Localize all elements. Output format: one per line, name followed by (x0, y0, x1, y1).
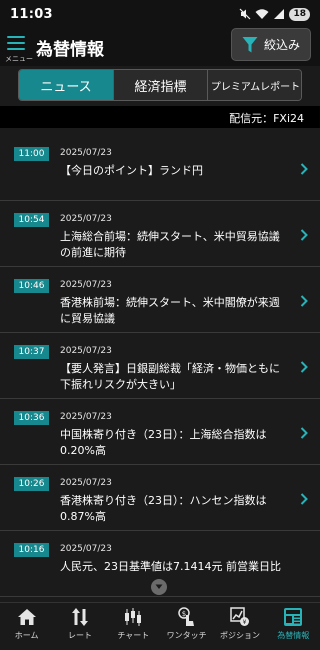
chevron-right-icon (300, 361, 308, 373)
hamburger-icon (7, 36, 25, 54)
source-label: 配信元：FXi24 (229, 112, 304, 125)
chevron-right-icon (300, 427, 308, 439)
news-item[interactable]: 10:26 2025/07/23 香港株寄り付き（23日）：ハンセン指数は0.8… (0, 465, 320, 531)
news-icon (282, 607, 304, 627)
nav-position[interactable]: ¥ ポジション (213, 603, 266, 650)
news-title: 中国株寄り付き（23日）：上海総合指数は0.20%高 (60, 428, 267, 457)
nav-position-label: ポジション (219, 631, 260, 640)
signal-icon (274, 9, 285, 19)
nav-rate[interactable]: レート (53, 603, 106, 650)
menu-button[interactable]: メニュー (3, 34, 33, 64)
news-time-badge: 11:00 (14, 147, 49, 161)
nav-rate-label: レート (67, 631, 92, 640)
bottom-nav: ホーム レート チャート $ ワンタッチ ¥ ポジション 為替情報 (0, 602, 320, 650)
news-item[interactable]: 10:36 2025/07/23 中国株寄り付き（23日）：上海総合指数は0.2… (0, 399, 320, 465)
news-title: 人民元、23日基準値は7.1414元 前営業日比 (60, 560, 281, 573)
nav-fx-info[interactable]: 為替情報 (267, 603, 320, 650)
home-icon (16, 607, 38, 627)
news-item[interactable]: 11:00 2025/07/23 【今日のポイント】ランド円 (0, 135, 320, 201)
news-date: 2025/07/23 (60, 412, 112, 422)
tab-premium-report[interactable]: プレミアムレポート (208, 70, 301, 100)
chevron-right-icon (300, 229, 308, 241)
position-icon: ¥ (229, 607, 251, 627)
news-item[interactable]: 10:54 2025/07/23 上海総合前場：続伸スタート、米中貿易協議の前進… (0, 201, 320, 267)
page-title: 為替情報 (36, 40, 104, 60)
status-icons: 18 (239, 7, 310, 21)
status-bar: 11:03 18 (0, 0, 320, 28)
wifi-icon (255, 9, 269, 19)
tab-news[interactable]: ニュース (19, 70, 114, 100)
svg-text:$: $ (181, 610, 185, 618)
news-date: 2025/07/23 (60, 346, 112, 356)
status-time: 11:03 (10, 6, 53, 22)
news-time-badge: 10:36 (14, 411, 49, 425)
nav-chart-label: チャート (117, 631, 150, 640)
svg-text:¥: ¥ (243, 619, 247, 626)
news-item[interactable]: 10:46 2025/07/23 香港株前場：続伸スタート、米中閣僚が来週に貿易… (0, 267, 320, 333)
news-item[interactable]: 10:37 2025/07/23 【要人発言】日銀副総裁「経済・物価ともに下振れ… (0, 333, 320, 399)
news-title: 香港株寄り付き（23日）：ハンセン指数は0.87%高 (60, 494, 267, 523)
filter-button[interactable]: 絞込み (231, 28, 311, 61)
nav-fx-info-label: 為替情報 (277, 631, 310, 640)
news-date: 2025/07/23 (60, 544, 112, 554)
news-time-badge: 10:16 (14, 543, 49, 557)
news-time-badge: 10:37 (14, 345, 49, 359)
news-date: 2025/07/23 (60, 478, 112, 488)
news-date: 2025/07/23 (60, 214, 112, 224)
tab-economic-indicators[interactable]: 経済指標 (114, 70, 208, 100)
source-bar: 配信元：FXi24 (0, 106, 320, 128)
tab-bar: ニュース 経済指標 プレミアムレポート (18, 69, 302, 101)
nav-one-touch[interactable]: $ ワンタッチ (160, 603, 213, 650)
app-header: メニュー 為替情報 絞込み (0, 28, 320, 66)
filter-label: 絞込み (263, 38, 300, 52)
news-title: 上海総合前場：続伸スタート、米中貿易協議の前進に期待 (60, 230, 280, 259)
news-title: 香港株前場：続伸スタート、米中閣僚が来週に貿易協議 (60, 296, 280, 325)
news-time-badge: 10:26 (14, 477, 49, 491)
chevron-right-icon (300, 493, 308, 505)
mute-icon (240, 8, 251, 20)
news-time-badge: 10:46 (14, 279, 49, 293)
nav-home[interactable]: ホーム (0, 603, 53, 650)
news-date: 2025/07/23 (60, 280, 112, 290)
news-time-badge: 10:54 (14, 213, 49, 227)
news-list: 11:00 2025/07/23 【今日のポイント】ランド円 10:54 202… (0, 135, 320, 597)
chevron-down-icon (155, 584, 163, 589)
battery-icon: 18 (289, 7, 310, 21)
scroll-down-button[interactable] (151, 579, 167, 595)
rate-icon (69, 607, 91, 627)
news-title: 【要人発言】日銀副総裁「経済・物価ともに下振れリスクが大きい」 (60, 362, 280, 391)
news-date: 2025/07/23 (60, 148, 112, 158)
menu-label: メニュー (5, 55, 33, 63)
filter-icon (242, 36, 258, 52)
nav-chart[interactable]: チャート (107, 603, 160, 650)
chart-icon (122, 607, 144, 627)
nav-one-touch-label: ワンタッチ (166, 631, 207, 640)
chevron-right-icon (300, 295, 308, 307)
one-touch-icon: $ (176, 607, 198, 627)
chevron-right-icon (300, 163, 308, 175)
news-title: 【今日のポイント】ランド円 (60, 164, 203, 177)
nav-home-label: ホーム (14, 631, 39, 640)
